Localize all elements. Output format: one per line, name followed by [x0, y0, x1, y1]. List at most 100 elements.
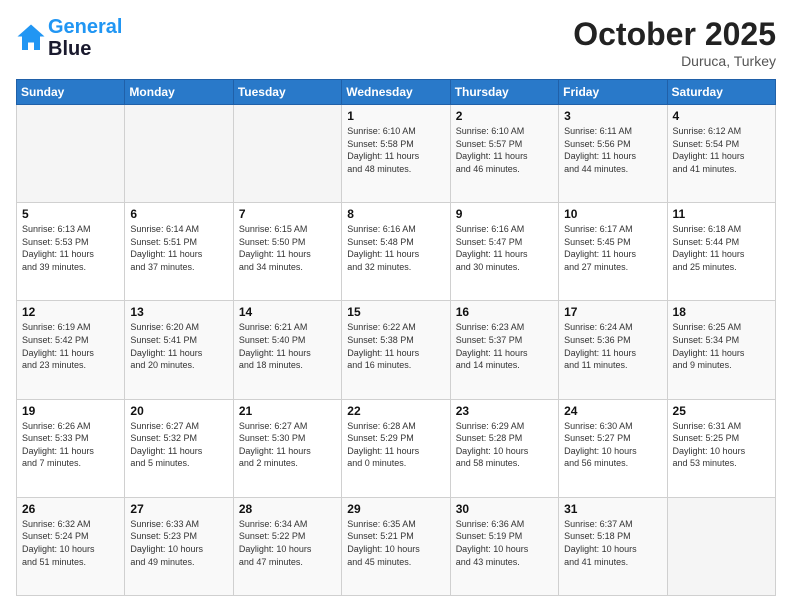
- calendar-cell: 12 Sunrise: 6:19 AM Sunset: 5:42 PM Dayli…: [17, 301, 125, 399]
- calendar-week-2: 5 Sunrise: 6:13 AM Sunset: 5:53 PM Daylig…: [17, 203, 776, 301]
- day-info: Sunrise: 6:10 AM Sunset: 5:57 PM Dayligh…: [456, 125, 553, 175]
- day-info: Sunrise: 6:29 AM Sunset: 5:28 PM Dayligh…: [456, 420, 553, 470]
- page: General Blue October 2025 Duruca, Turkey…: [0, 0, 792, 612]
- day-number: 15: [347, 305, 444, 319]
- day-info: Sunrise: 6:17 AM Sunset: 5:45 PM Dayligh…: [564, 223, 661, 273]
- day-info: Sunrise: 6:27 AM Sunset: 5:30 PM Dayligh…: [239, 420, 336, 470]
- calendar-cell: [17, 105, 125, 203]
- day-info: Sunrise: 6:19 AM Sunset: 5:42 PM Dayligh…: [22, 321, 119, 371]
- title-block: October 2025 Duruca, Turkey: [573, 16, 776, 69]
- day-number: 22: [347, 404, 444, 418]
- day-number: 2: [456, 109, 553, 123]
- calendar-cell: 10 Sunrise: 6:17 AM Sunset: 5:45 PM Dayli…: [559, 203, 667, 301]
- day-number: 16: [456, 305, 553, 319]
- calendar-cell: [233, 105, 341, 203]
- day-info: Sunrise: 6:21 AM Sunset: 5:40 PM Dayligh…: [239, 321, 336, 371]
- day-number: 6: [130, 207, 227, 221]
- day-header-tuesday: Tuesday: [233, 80, 341, 105]
- day-info: Sunrise: 6:11 AM Sunset: 5:56 PM Dayligh…: [564, 125, 661, 175]
- day-number: 20: [130, 404, 227, 418]
- day-number: 17: [564, 305, 661, 319]
- month-title: October 2025: [573, 16, 776, 53]
- day-header-saturday: Saturday: [667, 80, 775, 105]
- calendar-cell: 31 Sunrise: 6:37 AM Sunset: 5:18 PM Dayli…: [559, 497, 667, 595]
- day-header-friday: Friday: [559, 80, 667, 105]
- day-number: 26: [22, 502, 119, 516]
- day-header-sunday: Sunday: [17, 80, 125, 105]
- calendar-cell: 7 Sunrise: 6:15 AM Sunset: 5:50 PM Daylig…: [233, 203, 341, 301]
- calendar-cell: 13 Sunrise: 6:20 AM Sunset: 5:41 PM Dayli…: [125, 301, 233, 399]
- day-info: Sunrise: 6:36 AM Sunset: 5:19 PM Dayligh…: [456, 518, 553, 568]
- day-info: Sunrise: 6:10 AM Sunset: 5:58 PM Dayligh…: [347, 125, 444, 175]
- day-number: 8: [347, 207, 444, 221]
- day-number: 25: [673, 404, 770, 418]
- day-info: Sunrise: 6:20 AM Sunset: 5:41 PM Dayligh…: [130, 321, 227, 371]
- calendar-cell: 25Sunrise: 6:31 AM Sunset: 5:25 PM Dayli…: [667, 399, 775, 497]
- calendar-cell: 4Sunrise: 6:12 AM Sunset: 5:54 PM Daylig…: [667, 105, 775, 203]
- calendar-cell: [125, 105, 233, 203]
- calendar-cell: 28Sunrise: 6:34 AM Sunset: 5:22 PM Dayli…: [233, 497, 341, 595]
- day-number: 5: [22, 207, 119, 221]
- calendar-week-3: 12 Sunrise: 6:19 AM Sunset: 5:42 PM Dayli…: [17, 301, 776, 399]
- calendar-cell: 21Sunrise: 6:27 AM Sunset: 5:30 PM Dayli…: [233, 399, 341, 497]
- day-number: 29: [347, 502, 444, 516]
- calendar-week-5: 26 Sunrise: 6:32 AM Sunset: 5:24 PM Dayli…: [17, 497, 776, 595]
- day-number: 12: [22, 305, 119, 319]
- day-number: 4: [673, 109, 770, 123]
- calendar-cell: 19 Sunrise: 6:26 AM Sunset: 5:33 PM Dayli…: [17, 399, 125, 497]
- day-number: 18: [673, 305, 770, 319]
- day-number: 24: [564, 404, 661, 418]
- day-info: Sunrise: 6:16 AM Sunset: 5:48 PM Dayligh…: [347, 223, 444, 273]
- day-info: Sunrise: 6:37 AM Sunset: 5:18 PM Dayligh…: [564, 518, 661, 568]
- calendar-header-row: SundayMondayTuesdayWednesdayThursdayFrid…: [17, 80, 776, 105]
- calendar-cell: 27 Sunrise: 6:33 AM Sunset: 5:23 PM Dayli…: [125, 497, 233, 595]
- day-info: Sunrise: 6:16 AM Sunset: 5:47 PM Dayligh…: [456, 223, 553, 273]
- calendar-cell: [667, 497, 775, 595]
- calendar-cell: 29 Sunrise: 6:35 AM Sunset: 5:21 PM Dayli…: [342, 497, 450, 595]
- day-info: Sunrise: 6:27 AM Sunset: 5:32 PM Dayligh…: [130, 420, 227, 470]
- calendar-cell: 2 Sunrise: 6:10 AM Sunset: 5:57 PM Daylig…: [450, 105, 558, 203]
- calendar-cell: 18 Sunrise: 6:25 AM Sunset: 5:34 PM Dayli…: [667, 301, 775, 399]
- day-number: 23: [456, 404, 553, 418]
- day-info: Sunrise: 6:33 AM Sunset: 5:23 PM Dayligh…: [130, 518, 227, 568]
- calendar-cell: 1 Sunrise: 6:10 AM Sunset: 5:58 PM Daylig…: [342, 105, 450, 203]
- calendar-table: SundayMondayTuesdayWednesdayThursdayFrid…: [16, 79, 776, 596]
- calendar-cell: 6Sunrise: 6:14 AM Sunset: 5:51 PM Daylig…: [125, 203, 233, 301]
- day-number: 31: [564, 502, 661, 516]
- calendar-cell: 24Sunrise: 6:30 AM Sunset: 5:27 PM Dayli…: [559, 399, 667, 497]
- logo-icon: [16, 23, 46, 53]
- day-number: 19: [22, 404, 119, 418]
- calendar-cell: 16 Sunrise: 6:23 AM Sunset: 5:37 PM Dayli…: [450, 301, 558, 399]
- day-info: Sunrise: 6:15 AM Sunset: 5:50 PM Dayligh…: [239, 223, 336, 273]
- day-info: Sunrise: 6:32 AM Sunset: 5:24 PM Dayligh…: [22, 518, 119, 568]
- day-info: Sunrise: 6:28 AM Sunset: 5:29 PM Dayligh…: [347, 420, 444, 470]
- calendar-cell: 23 Sunrise: 6:29 AM Sunset: 5:28 PM Dayli…: [450, 399, 558, 497]
- calendar-week-4: 19 Sunrise: 6:26 AM Sunset: 5:33 PM Dayli…: [17, 399, 776, 497]
- day-number: 7: [239, 207, 336, 221]
- logo: General Blue: [16, 16, 122, 60]
- day-info: Sunrise: 6:35 AM Sunset: 5:21 PM Dayligh…: [347, 518, 444, 568]
- day-number: 14: [239, 305, 336, 319]
- day-number: 13: [130, 305, 227, 319]
- day-info: Sunrise: 6:23 AM Sunset: 5:37 PM Dayligh…: [456, 321, 553, 371]
- day-info: Sunrise: 6:26 AM Sunset: 5:33 PM Dayligh…: [22, 420, 119, 470]
- day-info: Sunrise: 6:18 AM Sunset: 5:44 PM Dayligh…: [673, 223, 770, 273]
- location: Duruca, Turkey: [573, 53, 776, 69]
- calendar-cell: 3Sunrise: 6:11 AM Sunset: 5:56 PM Daylig…: [559, 105, 667, 203]
- day-number: 10: [564, 207, 661, 221]
- day-number: 9: [456, 207, 553, 221]
- calendar-week-1: 1 Sunrise: 6:10 AM Sunset: 5:58 PM Daylig…: [17, 105, 776, 203]
- calendar-cell: 8 Sunrise: 6:16 AM Sunset: 5:48 PM Daylig…: [342, 203, 450, 301]
- calendar-cell: 9 Sunrise: 6:16 AM Sunset: 5:47 PM Daylig…: [450, 203, 558, 301]
- calendar-cell: 5 Sunrise: 6:13 AM Sunset: 5:53 PM Daylig…: [17, 203, 125, 301]
- calendar-cell: 11Sunrise: 6:18 AM Sunset: 5:44 PM Dayli…: [667, 203, 775, 301]
- day-info: Sunrise: 6:24 AM Sunset: 5:36 PM Dayligh…: [564, 321, 661, 371]
- header: General Blue October 2025 Duruca, Turkey: [16, 16, 776, 69]
- day-header-monday: Monday: [125, 80, 233, 105]
- day-number: 1: [347, 109, 444, 123]
- day-info: Sunrise: 6:25 AM Sunset: 5:34 PM Dayligh…: [673, 321, 770, 371]
- calendar-cell: 14 Sunrise: 6:21 AM Sunset: 5:40 PM Dayli…: [233, 301, 341, 399]
- day-number: 27: [130, 502, 227, 516]
- day-info: Sunrise: 6:13 AM Sunset: 5:53 PM Dayligh…: [22, 223, 119, 273]
- day-header-wednesday: Wednesday: [342, 80, 450, 105]
